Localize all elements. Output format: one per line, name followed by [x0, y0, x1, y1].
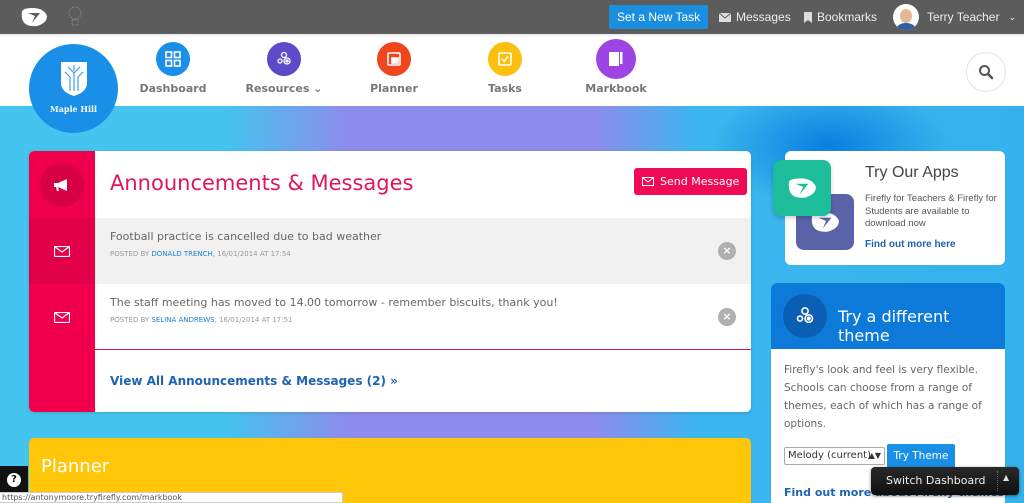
planner-icon — [377, 42, 411, 76]
bookmark-icon — [804, 11, 812, 23]
view-all-announcements-link[interactable]: View All Announcements & Messages (2) » — [110, 374, 398, 388]
envelope-icon — [719, 12, 731, 22]
apps-description: Firefly for Teachers & Firefly for Stude… — [865, 193, 997, 229]
switch-dashboard-button[interactable]: Switch Dashboard ▲ — [871, 467, 1019, 495]
apps-find-out-more-link[interactable]: Find out more here — [865, 239, 956, 250]
theme-description: Firefly's look and feel is very flexible… — [784, 364, 982, 430]
bookmarks-label: Bookmarks — [817, 10, 878, 24]
nav-resources[interactable]: Resources ⌄ — [239, 42, 329, 95]
nav-planner[interactable]: Planner — [349, 42, 439, 95]
question-icon: ? — [7, 473, 21, 487]
nav-label: Tasks — [488, 82, 522, 95]
avatar — [893, 4, 919, 30]
help-button[interactable]: ? — [0, 466, 28, 494]
user-menu[interactable]: Terry Teacher ⌄ — [893, 0, 1016, 34]
nav-markbook[interactable]: Markbook — [571, 39, 661, 95]
nav-label: Resources ⌄ — [245, 82, 323, 95]
search-button[interactable] — [966, 52, 1006, 92]
envelope-icon — [642, 177, 654, 186]
resources-icon — [267, 42, 301, 76]
messages-label: Messages — [736, 10, 791, 24]
messages-link[interactable]: Messages — [719, 0, 791, 34]
top-bar: Set a New Task Messages Bookmarks Terry … — [0, 0, 1024, 34]
chevron-down-icon: ⌄ — [1008, 12, 1017, 22]
chevron-down-icon: ⌄ — [313, 82, 323, 95]
try-theme-button[interactable]: Try Theme — [887, 444, 955, 468]
school-crest-icon — [61, 62, 87, 96]
nav-label: Dashboard — [139, 82, 207, 95]
switch-dashboard-label: Switch Dashboard — [886, 474, 986, 487]
nav-label: Planner — [370, 82, 418, 95]
search-icon — [979, 65, 994, 80]
dismiss-message-button[interactable]: × — [718, 242, 736, 260]
caret-up-icon[interactable]: ▲ — [1003, 473, 1009, 482]
school-name: Maple Hill — [49, 104, 98, 114]
theme-gears-icon — [783, 294, 827, 338]
school-logo[interactable]: Maple Hill — [29, 44, 118, 133]
nav-label: Markbook — [585, 82, 647, 95]
envelope-icon — [29, 218, 95, 284]
theme-title: Try a different theme — [838, 307, 950, 345]
message-item[interactable]: Football practice is cancelled due to ba… — [29, 218, 751, 284]
send-message-button[interactable]: Send Message — [634, 168, 748, 195]
tasks-icon — [488, 42, 522, 76]
announcements-card: Announcements & Messages Send Message Fo… — [29, 151, 751, 412]
message-author[interactable]: DONALD TRENCH — [151, 250, 212, 258]
markbook-icon — [596, 39, 636, 79]
planner-title: Planner — [41, 456, 110, 477]
nav-dashboard[interactable]: Dashboard — [128, 42, 218, 95]
message-meta: POSTED BY DONALD TRENCH, 16/01/2014 AT 1… — [110, 250, 291, 258]
status-bar-url: https://antonymoore.tryfirefly.com/markb… — [0, 492, 343, 503]
message-text: Football practice is cancelled due to ba… — [110, 230, 382, 243]
firefly-teachers-app-icon[interactable] — [773, 160, 831, 216]
user-name: Terry Teacher — [927, 10, 1000, 24]
send-message-label: Send Message — [660, 175, 740, 188]
message-meta: POSTED BY SELINA ANDREWS, 16/01/2014 AT … — [110, 316, 293, 324]
megaphone-icon — [40, 163, 84, 207]
divider — [997, 471, 998, 491]
select-arrows-icon: ▲▼ — [868, 451, 881, 460]
message-item[interactable]: The staff meeting has moved to 14.00 tom… — [29, 284, 751, 350]
theme-select[interactable]: Melody (current) ▲▼ — [784, 447, 885, 465]
nav-tasks[interactable]: Tasks — [460, 42, 550, 95]
apps-title: Try Our Apps — [865, 164, 959, 181]
dashboard-icon — [156, 42, 190, 76]
lightbulb-icon[interactable] — [66, 5, 84, 29]
set-new-task-button[interactable]: Set a New Task — [609, 5, 709, 29]
message-text: The staff meeting has moved to 14.00 tom… — [110, 296, 558, 309]
dismiss-message-button[interactable]: × — [718, 308, 736, 326]
bookmarks-link[interactable]: Bookmarks — [804, 0, 877, 34]
message-author[interactable]: SELINA ANDREWS — [151, 316, 214, 324]
announcements-title: Announcements & Messages — [110, 171, 414, 195]
firefly-logo-icon[interactable] — [20, 7, 48, 27]
envelope-icon — [29, 284, 95, 350]
